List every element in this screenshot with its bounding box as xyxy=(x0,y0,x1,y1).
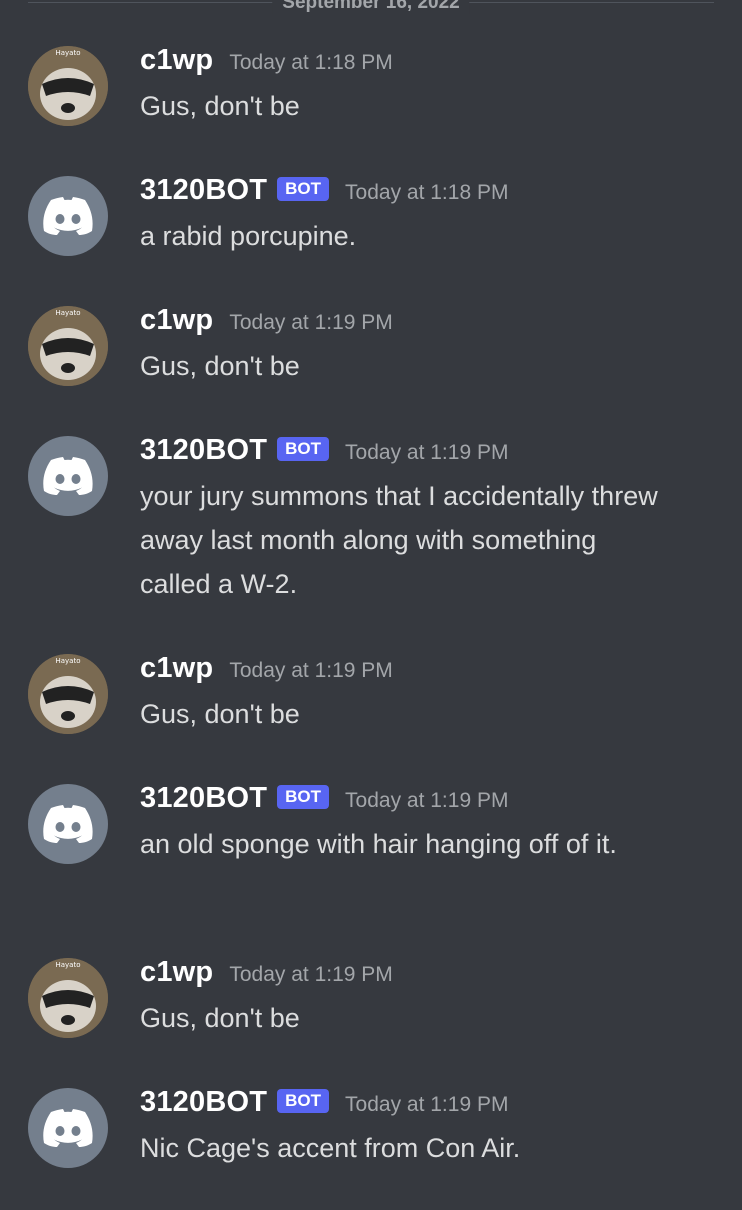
avatar-label: Hayato xyxy=(55,961,80,969)
divider-date: September 16, 2022 xyxy=(272,0,470,14)
message-text: an old sponge with hair hanging off of i… xyxy=(140,829,617,859)
message-text: a rabid porcupine. xyxy=(140,221,357,251)
timestamp: Today at 1:19 PM xyxy=(229,311,393,334)
avatar-label: Hayato xyxy=(55,49,80,57)
username[interactable]: 3120BOT xyxy=(140,174,267,207)
timestamp: Today at 1:19 PM xyxy=(345,1093,509,1116)
discord-logo-icon xyxy=(43,457,93,495)
discord-logo-icon xyxy=(43,197,93,235)
user-avatar[interactable]: Hayato xyxy=(28,654,108,734)
user-avatar[interactable]: Hayato xyxy=(28,958,108,1038)
username[interactable]: c1wp xyxy=(140,956,213,989)
username[interactable]: 3120BOT xyxy=(140,434,267,467)
message-header: 3120BOT BOT Today at 1:19 PM xyxy=(140,434,508,467)
message-text: Gus, don't be xyxy=(140,1003,300,1033)
message-text: Gus, don't be xyxy=(140,91,300,121)
discord-logo-icon xyxy=(43,1109,93,1147)
bot-badge: BOT xyxy=(277,177,330,201)
message-header: c1wp Today at 1:18 PM xyxy=(140,44,393,77)
date-divider: September 16, 2022 xyxy=(28,0,714,14)
timestamp: Today at 1:19 PM xyxy=(345,789,509,812)
user-avatar[interactable]: Hayato xyxy=(28,306,108,386)
bot-badge: BOT xyxy=(277,785,330,809)
message-text: Gus, don't be xyxy=(140,699,300,729)
bot-badge: BOT xyxy=(277,1089,330,1113)
raccoon-avatar-icon: Hayato xyxy=(28,958,108,1038)
avatar-label: Hayato xyxy=(55,657,80,665)
bot-avatar[interactable] xyxy=(28,1088,108,1168)
message-header: 3120BOT BOT Today at 1:19 PM xyxy=(140,1086,508,1119)
message-header: c1wp Today at 1:19 PM xyxy=(140,652,393,685)
raccoon-avatar-icon: Hayato xyxy=(28,654,108,734)
bot-avatar[interactable] xyxy=(28,436,108,516)
message-header: c1wp Today at 1:19 PM xyxy=(140,956,393,989)
message-header: c1wp Today at 1:19 PM xyxy=(140,304,393,337)
message-text: Gus, don't be xyxy=(140,351,300,381)
message-text: your jury summons that I accidentally th… xyxy=(140,481,658,599)
raccoon-avatar-icon: Hayato xyxy=(28,306,108,386)
timestamp: Today at 1:18 PM xyxy=(229,51,393,74)
username[interactable]: 3120BOT xyxy=(140,782,267,815)
bot-avatar[interactable] xyxy=(28,784,108,864)
bot-badge: BOT xyxy=(277,437,330,461)
message-header: 3120BOT BOT Today at 1:18 PM xyxy=(140,174,508,207)
raccoon-avatar-icon: Hayato xyxy=(28,46,108,126)
message-header: 3120BOT BOT Today at 1:19 PM xyxy=(140,782,508,815)
message-text: Nic Cage's accent from Con Air. xyxy=(140,1133,521,1163)
discord-logo-icon xyxy=(43,805,93,843)
bot-avatar[interactable] xyxy=(28,176,108,256)
timestamp: Today at 1:19 PM xyxy=(345,441,509,464)
username[interactable]: c1wp xyxy=(140,44,213,77)
username[interactable]: c1wp xyxy=(140,304,213,337)
username[interactable]: c1wp xyxy=(140,652,213,685)
avatar-label: Hayato xyxy=(55,309,80,317)
timestamp: Today at 1:19 PM xyxy=(229,963,393,986)
timestamp: Today at 1:18 PM xyxy=(345,181,509,204)
username[interactable]: 3120BOT xyxy=(140,1086,267,1119)
user-avatar[interactable]: Hayato xyxy=(28,46,108,126)
timestamp: Today at 1:19 PM xyxy=(229,659,393,682)
